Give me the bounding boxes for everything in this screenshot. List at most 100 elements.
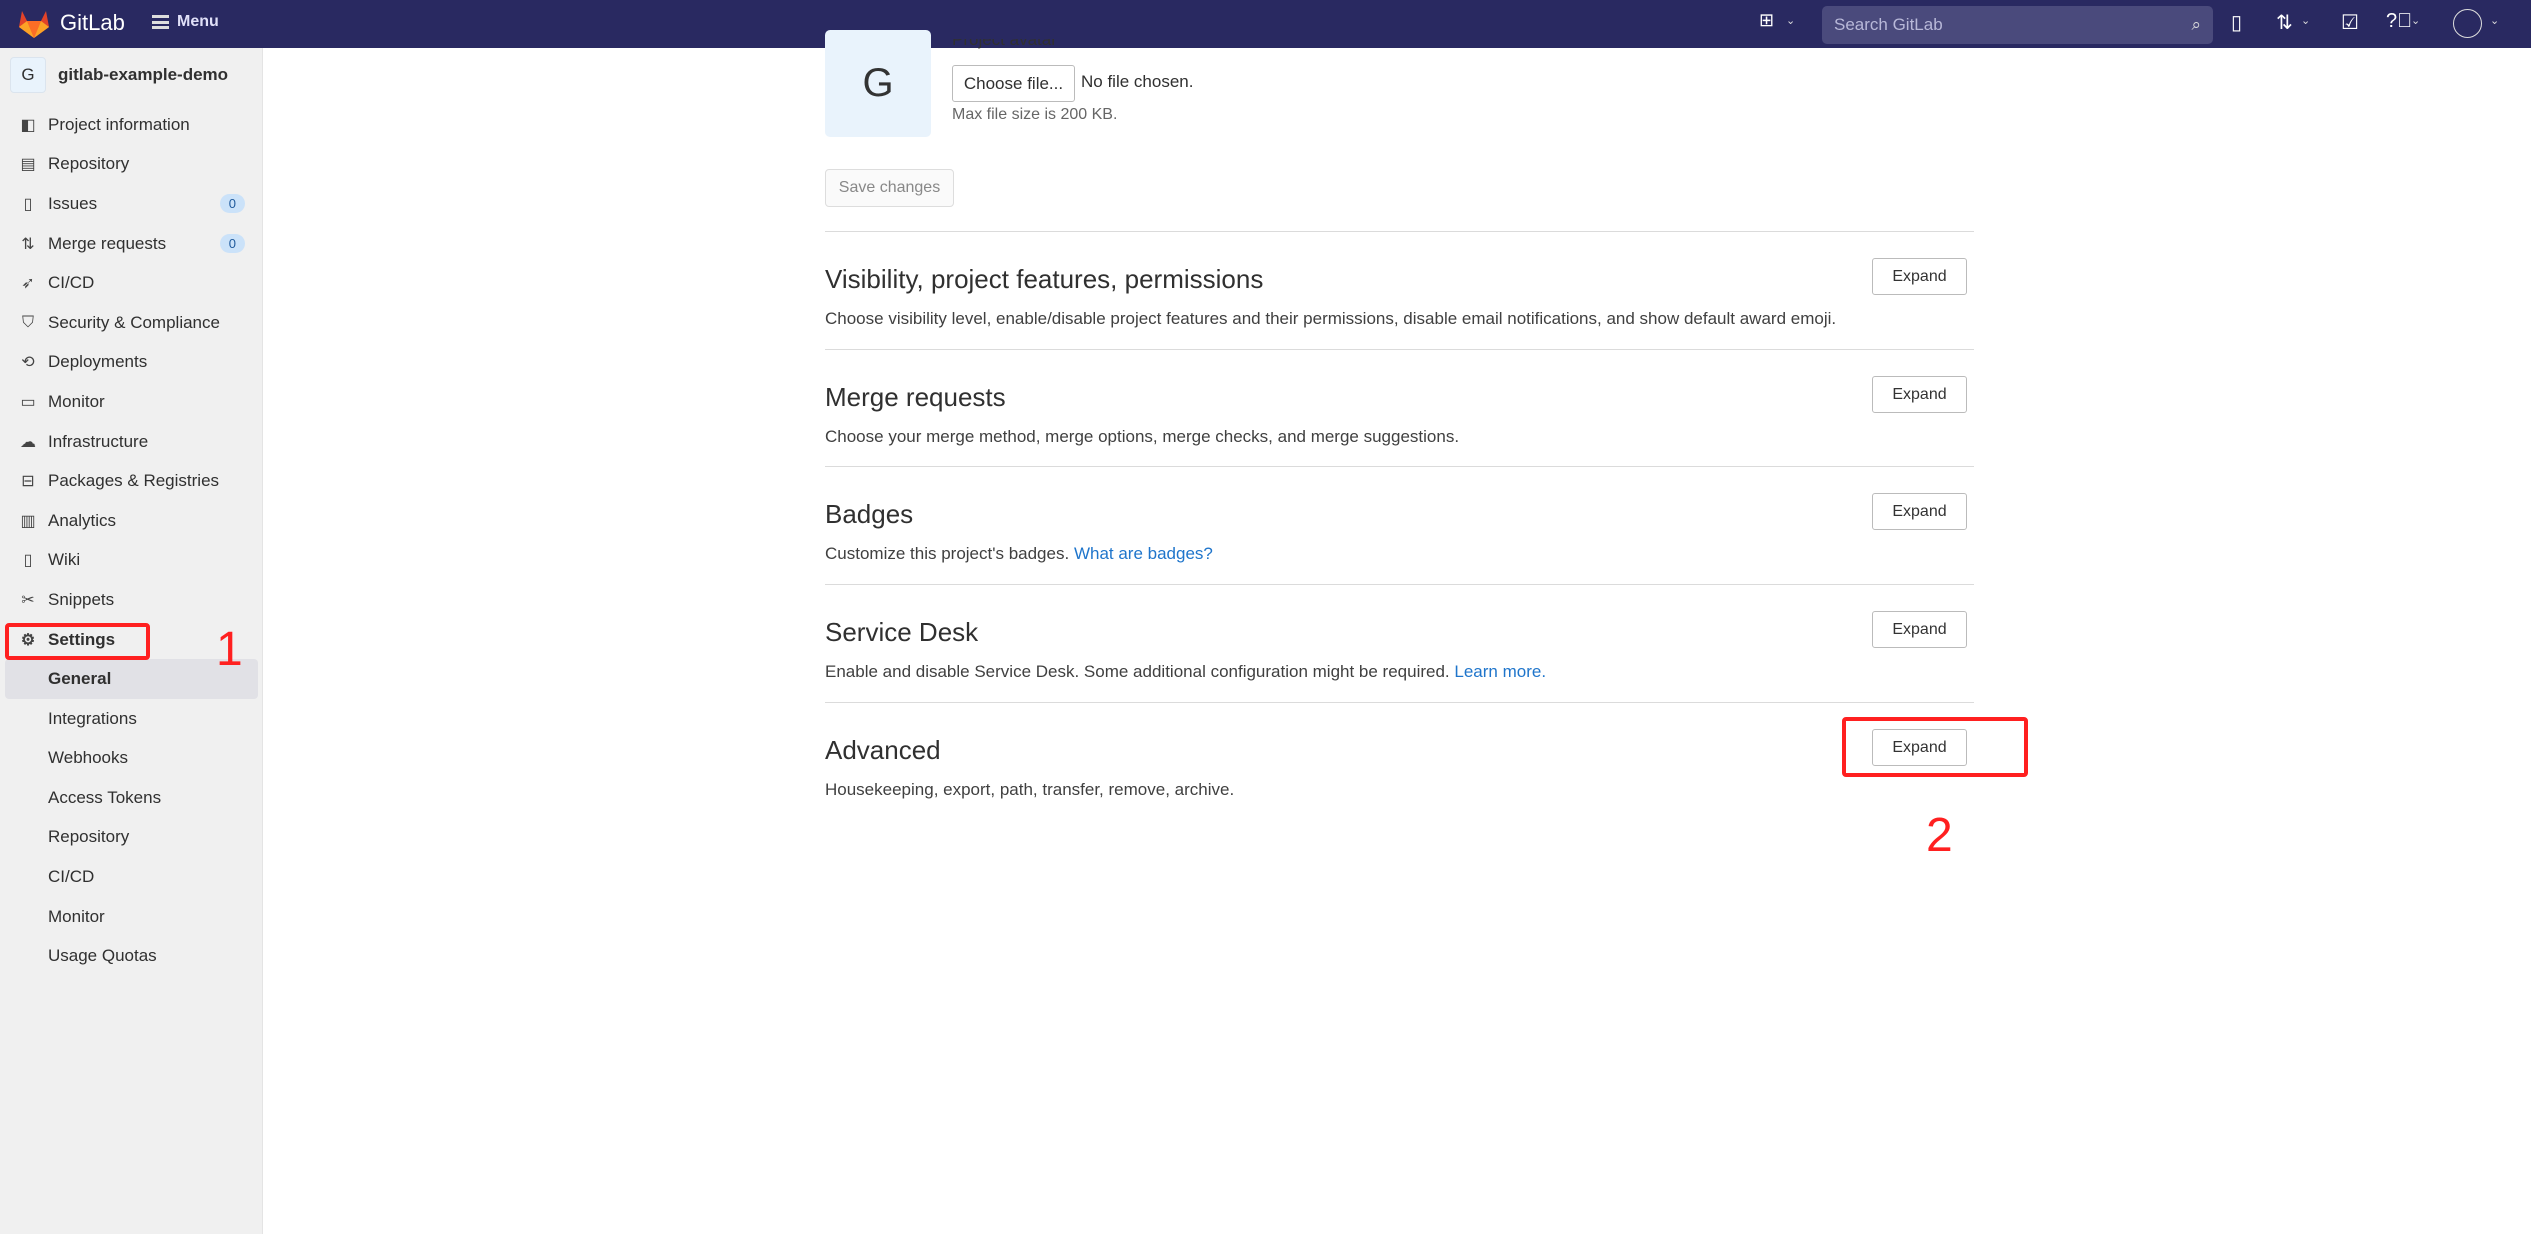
issues-icon[interactable]: ▯ bbox=[2231, 10, 2242, 35]
sidebar-item-label: Monitor bbox=[48, 391, 105, 411]
help-icon[interactable]: ?⃝ bbox=[2386, 10, 2412, 33]
settings-subitem-integrations[interactable]: Integrations bbox=[0, 699, 263, 739]
sidebar-item-label: Analytics bbox=[48, 510, 117, 530]
todo-icon[interactable]: ☑ bbox=[2341, 10, 2359, 35]
brand-name[interactable]: GitLab bbox=[60, 10, 125, 36]
sidebar-item-label: Security & Compliance bbox=[48, 312, 220, 332]
sidebar-item-label: Merge requests bbox=[48, 233, 167, 253]
annotation-number-2: 2 bbox=[1926, 809, 1953, 862]
sidebar-item-packages-registries[interactable]: ⊟ Packages & Registries bbox=[0, 461, 263, 501]
sidebar-item-deployments[interactable]: ⟲ Deployments bbox=[0, 343, 263, 383]
issues-icon: ▯ bbox=[23, 195, 33, 213]
settings-subitem-monitor[interactable]: Monitor bbox=[0, 897, 263, 937]
hamburger-icon bbox=[152, 15, 169, 29]
section-badges: Badges Customize this project's badges. W… bbox=[825, 466, 1974, 584]
sidebar-item-issues[interactable]: ▯ Issues 0 bbox=[0, 184, 263, 224]
sidebar-item-snippets[interactable]: ✂ Snippets bbox=[0, 580, 263, 620]
settings-subitem-webhooks[interactable]: Webhooks bbox=[0, 739, 263, 779]
merge-request-icon[interactable]: ⇅ bbox=[2276, 10, 2293, 35]
settings-subitem-ci-cd[interactable]: CI/CD bbox=[0, 857, 263, 897]
project-name: gitlab-example-demo bbox=[58, 65, 229, 84]
section-description-text: Choose visibility level, enable/disable … bbox=[825, 309, 1837, 328]
save-changes-button[interactable]: Save changes bbox=[825, 169, 954, 207]
chevron-down-icon[interactable]: ⌄ bbox=[2490, 14, 2499, 27]
sidebar-item-security-compliance[interactable]: ⛉ Security & Compliance bbox=[0, 303, 263, 343]
settings-subitem-access-tokens[interactable]: Access Tokens bbox=[0, 778, 263, 818]
section-description-text: Choose your merge method, merge options,… bbox=[825, 427, 1460, 446]
no-file-text: No file chosen. bbox=[1081, 72, 1194, 91]
section-title: Visibility, project features, permission… bbox=[825, 264, 1264, 294]
section-title: Service Desk bbox=[825, 617, 979, 647]
sidebar-item-wiki[interactable]: ▯ Wiki bbox=[0, 541, 263, 581]
project-avatar: G bbox=[10, 57, 46, 93]
count-badge: 0 bbox=[219, 234, 245, 254]
section-help-link[interactable]: What are badges? bbox=[1074, 544, 1213, 563]
project-link[interactable]: G gitlab-example-demo bbox=[10, 57, 228, 93]
search-input[interactable]: Search GitLab ⌕ bbox=[1822, 6, 2213, 44]
settings-subitem-usage-quotas[interactable]: Usage Quotas bbox=[0, 936, 263, 976]
sidebar-item-label: Usage Quotas bbox=[48, 946, 157, 966]
annotation-box-1 bbox=[5, 623, 150, 660]
section-service-desk: Service Desk Enable and disable Service D… bbox=[825, 584, 1974, 702]
sidebar-item-repository[interactable]: ▤ Repository bbox=[0, 145, 263, 185]
sidebar-item-label: Wiki bbox=[48, 550, 81, 570]
choose-file-button[interactable]: Choose file... bbox=[952, 65, 1075, 102]
section-description: Enable and disable Service Desk. Some ad… bbox=[825, 662, 1546, 682]
section-title: Merge requests bbox=[825, 382, 1006, 412]
sidebar-item-label: Infrastructure bbox=[48, 431, 149, 451]
sidebar-item-label: Access Tokens bbox=[48, 787, 162, 807]
sidebar-item-label: Integrations bbox=[48, 708, 137, 728]
sidebar-item-infrastructure[interactable]: ☁ Infrastructure bbox=[0, 422, 263, 462]
section-description: Choose your merge method, merge options,… bbox=[825, 427, 1459, 447]
sidebar-item-label: Webhooks bbox=[48, 748, 129, 768]
sidebar-item-ci-cd[interactable]: ➶ CI/CD bbox=[0, 263, 263, 303]
section-description: Customize this project's badges. What ar… bbox=[825, 544, 1213, 564]
sidebar-item-project-information[interactable]: ◧ Project information bbox=[0, 105, 263, 145]
project-avatar-preview: G bbox=[825, 30, 931, 137]
section-title: Badges bbox=[825, 499, 914, 529]
sidebar-item-label: CI/CD bbox=[48, 273, 95, 293]
sidebar-item-analytics[interactable]: ▥ Analytics bbox=[0, 501, 263, 541]
sidebar-item-label: Project information bbox=[48, 114, 190, 134]
shield-icon: ⛉ bbox=[21, 313, 34, 331]
chevron-down-icon[interactable]: ⌄ bbox=[2301, 14, 2310, 27]
sidebar-item-label: Issues bbox=[48, 193, 98, 213]
sidebar-item-merge-requests[interactable]: ⇅ Merge requests 0 bbox=[0, 224, 263, 264]
section-description-text: Customize this project's badges. bbox=[825, 544, 1070, 563]
package-icon: ⊟ bbox=[21, 473, 35, 491]
chart-icon: ▥ bbox=[20, 512, 36, 530]
sidebar-item-label: Repository bbox=[48, 154, 130, 174]
expand-button[interactable]: Expand bbox=[1872, 611, 1967, 648]
expand-button[interactable]: Expand bbox=[1872, 376, 1967, 413]
count-badge: 0 bbox=[219, 194, 245, 214]
menu-button[interactable]: Menu bbox=[152, 13, 219, 31]
sidebar-item-monitor[interactable]: ▭ Monitor bbox=[0, 382, 263, 422]
chevron-down-icon[interactable]: ⌄ bbox=[1786, 14, 1795, 27]
chevron-down-icon[interactable]: ⌄ bbox=[2411, 14, 2420, 27]
gitlab-logo-icon[interactable] bbox=[18, 9, 50, 39]
sidebar-item-label: General bbox=[48, 669, 112, 689]
sidebar-item-label: CI/CD bbox=[48, 867, 95, 887]
expand-button[interactable]: Expand bbox=[1872, 258, 1967, 295]
section-description-text: Enable and disable Service Desk. Some ad… bbox=[825, 662, 1450, 681]
section-advanced: Advanced Housekeeping, export, path, tran… bbox=[825, 702, 1974, 820]
menu-label: Menu bbox=[177, 13, 219, 30]
max-file-size-hint: Max file size is 200 KB. bbox=[952, 106, 1118, 123]
user-avatar[interactable] bbox=[2453, 9, 2482, 38]
settings-subitem-repository[interactable]: Repository bbox=[0, 818, 263, 858]
monitor-icon: ▭ bbox=[20, 393, 36, 411]
project-icon: ◧ bbox=[20, 116, 36, 134]
section-description-text: Housekeeping, export, path, transfer, re… bbox=[825, 780, 1235, 799]
search-icon: ⌕ bbox=[2191, 15, 2201, 34]
sidebar-nav: ◧ Project information ▤ Repository ▯ Issues 0 ⇅… bbox=[0, 105, 263, 976]
section-help-link[interactable]: Learn more. bbox=[1454, 662, 1546, 681]
section-description: Housekeeping, export, path, transfer, re… bbox=[825, 780, 1234, 800]
plus-square-icon[interactable]: ⊞ bbox=[1759, 10, 1774, 31]
rocket-icon: ➶ bbox=[21, 275, 35, 293]
deployments-icon: ⟲ bbox=[21, 354, 35, 372]
doc-icon: ▤ bbox=[20, 156, 36, 174]
sidebar-item-label: Snippets bbox=[48, 589, 115, 609]
scissors-icon: ✂ bbox=[21, 591, 35, 609]
book-icon: ▯ bbox=[23, 552, 33, 570]
expand-button[interactable]: Expand bbox=[1872, 493, 1967, 530]
